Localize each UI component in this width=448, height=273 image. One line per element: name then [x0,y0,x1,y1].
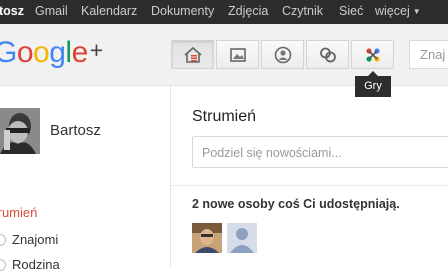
games-icon [366,48,380,62]
more-label: więcej [375,4,410,18]
google-logo-text: Google [0,36,88,69]
avatar[interactable] [0,108,40,154]
topbar-item-documents[interactable]: Dokumenty [151,4,214,18]
divider [171,185,448,186]
search-input[interactable]: Znaj [409,40,448,69]
sidebar-item-label: Rodzina [12,257,60,272]
chevron-down-icon: ▼ [412,7,421,16]
profile-icon [274,46,292,64]
nav-home-button[interactable] [171,40,214,69]
nav-games-button[interactable] [351,40,394,69]
sidebar-item-label: Znajomi [12,232,59,247]
topbar-item-calendar[interactable]: Kalendarz [81,4,137,18]
topbar-item-network[interactable]: Sieć [339,4,363,18]
sidebar-item-friends[interactable]: Znajomi [0,232,80,248]
nav-circles-button[interactable] [306,40,349,69]
circle-icon [0,234,6,246]
new-people-notice[interactable]: 2 nowe osoby coś Ci udostępniają. [192,197,400,211]
user-photo [0,108,40,154]
logo-plus: + [89,37,103,63]
topbar-item-more[interactable]: więcej ▼ [375,4,421,18]
sidebar-item-family[interactable]: Rodzina [0,257,80,273]
topbar-item-reader[interactable]: Czytnik [282,4,323,18]
google-top-bar: tosz Gmail Kalendarz Dokumenty Zdjęcia C… [0,0,448,24]
topbar-item-photos[interactable]: Zdjęcia [228,4,268,18]
google-plus-logo[interactable]: Google+ [0,36,103,70]
share-input[interactable]: Podziel się nowościami... [192,136,448,168]
home-icon [184,46,202,63]
circles-icon [320,47,336,63]
person-photo [192,223,222,253]
circle-icon [0,259,6,271]
nav-profile-button[interactable] [261,40,304,69]
user-name[interactable]: Bartosz [50,122,101,139]
stream-main: Strumień Podziel się nowościami... 2 now… [171,86,448,267]
topbar-item-plus[interactable]: tosz [0,4,24,18]
nav-photos-button[interactable] [216,40,259,69]
person-avatar[interactable] [192,223,222,253]
person-avatar-placeholder[interactable] [227,223,257,253]
page-title: Strumień [192,108,257,125]
photos-icon [230,48,246,62]
topbar-item-gmail[interactable]: Gmail [35,4,68,18]
default-avatar-icon [227,223,257,253]
sidebar-item-stream[interactable]: trumień [0,205,37,220]
sidebar: Bartosz trumień Znajomi Rodzina [0,86,171,272]
